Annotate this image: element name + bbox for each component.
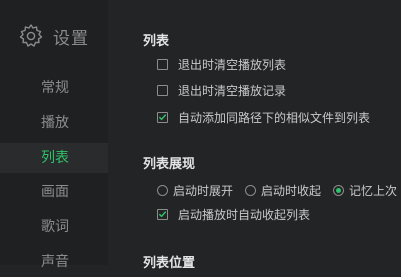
section-title-display: 列表展现 bbox=[143, 157, 196, 172]
checkmark-icon bbox=[158, 114, 167, 121]
radio-label: 启动时收起 bbox=[261, 183, 322, 198]
checkbox-checked[interactable] bbox=[157, 111, 168, 123]
section-title-position: 列表位置 bbox=[143, 256, 196, 271]
section-title-list: 列表 bbox=[143, 34, 170, 49]
radio-label: 启动时展开 bbox=[173, 183, 234, 198]
sidebar-item-general[interactable]: 常规 bbox=[0, 73, 108, 103]
gear-icon bbox=[19, 24, 43, 47]
radio-expand[interactable]: 启动时展开 bbox=[157, 182, 233, 199]
sidebar-item-audio[interactable]: 声音 bbox=[0, 247, 108, 277]
radio-button[interactable] bbox=[245, 184, 257, 196]
sidebar-item-video[interactable]: 画面 bbox=[0, 177, 108, 207]
sidebar-item-playback[interactable]: 播放 bbox=[0, 108, 108, 138]
checkmark-icon bbox=[158, 211, 167, 218]
sidebar: 设置 常规 播放 列表 画面 歌词 声音 bbox=[0, 0, 108, 270]
option-clear-history[interactable]: 退出时清空播放记录 bbox=[157, 81, 286, 99]
option-auto-add-similar[interactable]: 自动添加同路径下的相似文件到列表 bbox=[157, 108, 370, 126]
checkbox[interactable] bbox=[157, 84, 168, 96]
radio-button[interactable] bbox=[157, 184, 168, 196]
settings-title: 设置 bbox=[53, 28, 89, 49]
option-label: 启动播放时自动收起列表 bbox=[178, 207, 311, 222]
radio-collapse[interactable]: 启动时收起 bbox=[245, 182, 321, 199]
settings-header: 设置 bbox=[18, 23, 89, 49]
sidebar-item-lyrics[interactable]: 歌词 bbox=[0, 212, 108, 242]
sidebar-item-list[interactable]: 列表 bbox=[0, 143, 108, 173]
radio-label: 记忆上次 bbox=[349, 183, 398, 198]
option-label: 退出时清空播放记录 bbox=[178, 83, 287, 98]
option-auto-collapse[interactable]: 启动播放时自动收起列表 bbox=[157, 205, 310, 223]
settings-content: 列表 退出时清空播放列表 退出时清空播放记录 自动添加同路径下的相似文件到列表 … bbox=[108, 0, 401, 271]
option-label: 退出时清空播放列表 bbox=[178, 57, 287, 72]
checkbox[interactable] bbox=[157, 58, 168, 70]
option-label: 自动添加同路径下的相似文件到列表 bbox=[178, 110, 371, 125]
radio-button-selected[interactable] bbox=[333, 184, 345, 196]
display-radio-group: 启动时展开 启动时收起 记忆上次 bbox=[157, 181, 401, 199]
radio-remember[interactable]: 记忆上次 bbox=[333, 182, 397, 199]
checkbox-checked[interactable] bbox=[157, 208, 168, 220]
option-clear-playlist[interactable]: 退出时清空播放列表 bbox=[157, 55, 286, 73]
